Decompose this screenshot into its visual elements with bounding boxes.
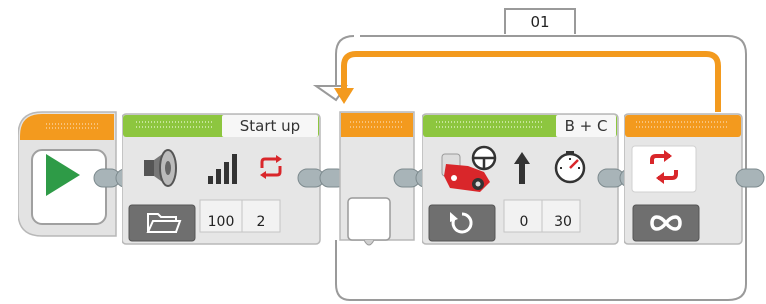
loop-counter-label: 01: [504, 8, 576, 34]
motor-ports-label[interactable]: B + C: [556, 115, 616, 137]
speaker-icon: [144, 149, 177, 187]
steering-value[interactable]: 0: [504, 206, 544, 238]
repeat-icon: [260, 155, 282, 179]
move-mode-button[interactable]: [428, 204, 496, 242]
play-icon[interactable]: [42, 152, 82, 198]
speedometer-icon: [554, 151, 586, 184]
sound-file-label[interactable]: Start up: [222, 115, 318, 137]
volume-bars-icon: [208, 154, 237, 184]
up-arrow-icon: [514, 152, 530, 184]
power-value[interactable]: 30: [544, 206, 582, 238]
steering-motor-icon: [441, 145, 497, 192]
volume-value[interactable]: 100: [200, 206, 242, 238]
connector-loopend-out: [735, 168, 765, 188]
sound-mode-button[interactable]: [128, 204, 196, 242]
loop-mode-button[interactable]: [632, 204, 700, 242]
loop-repeat-icon: [650, 150, 678, 184]
play-type-value[interactable]: 2: [242, 206, 280, 238]
